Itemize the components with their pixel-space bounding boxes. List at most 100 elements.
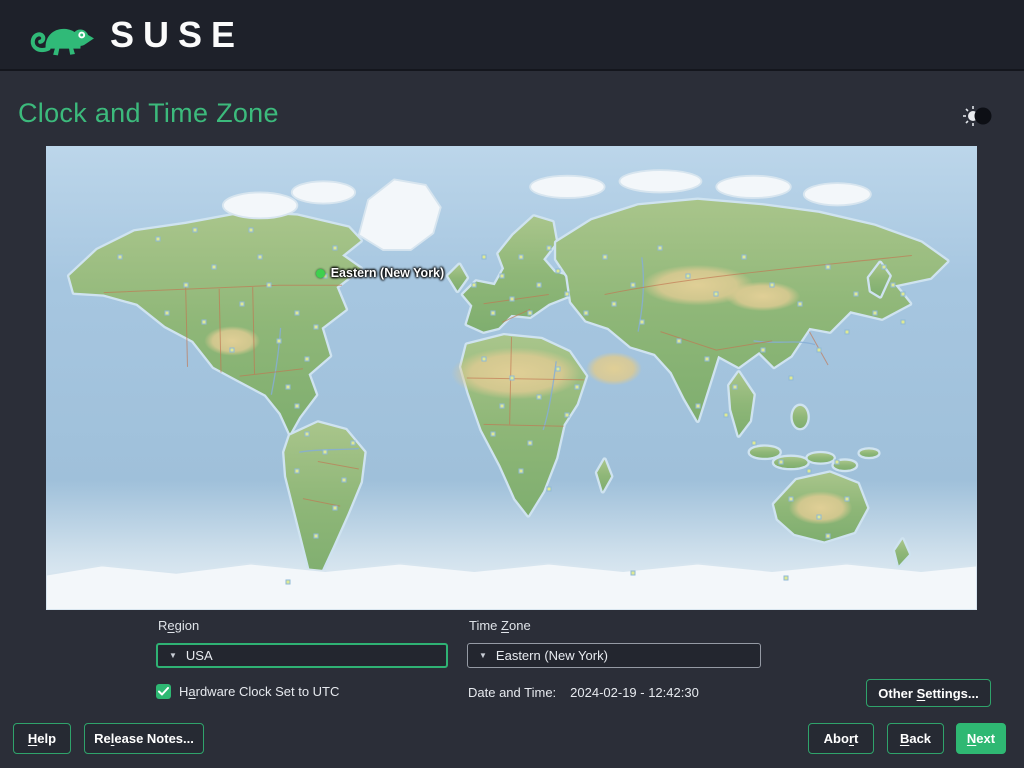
sun-moon-icon [963,106,992,126]
city-marker [713,291,719,297]
city-marker [760,347,766,353]
city-marker [266,282,272,288]
city-marker [685,273,691,279]
city-marker [602,254,608,260]
city-marker [778,459,784,465]
city-marker [881,264,887,270]
city-marker [192,227,198,233]
timezone-label: Time Zone [469,618,531,633]
timezone-dot-icon [315,268,325,278]
timezone-select[interactable]: ▼ Eastern (New York) [467,643,761,668]
city-marker [816,347,822,353]
city-marker [853,291,859,297]
brand-wordmark: SUSE [110,13,245,55]
city-marker [155,236,161,242]
city-marker [900,319,906,325]
city-marker [788,375,794,381]
timezone-world-map[interactable]: Eastern (New York) [46,146,977,610]
suse-chameleon-icon [30,28,94,55]
city-marker [481,254,487,260]
city-marker [630,570,636,576]
city-marker [471,282,477,288]
city-marker [304,431,310,437]
city-marker [509,375,514,381]
city-marker [704,356,710,362]
checkbox-checked-icon [156,684,171,699]
hardware-clock-utc-label: Hardware Clock Set to UTC [179,684,340,699]
city-marker [872,310,878,316]
chevron-down-icon: ▼ [479,651,487,660]
timezone-value: Eastern (New York) [495,648,608,663]
top-bar: SUSE [0,0,1024,71]
city-marker [285,384,291,390]
city-marker [304,356,310,362]
city-marker [257,254,263,260]
city-marker [723,412,729,418]
city-marker [322,449,328,455]
city-marker [741,254,747,260]
city-marker [900,291,906,297]
city-marker [201,319,207,325]
city-marker [518,468,524,474]
city-marker [555,268,561,274]
city-marker [546,486,552,492]
city-marker [313,324,319,330]
city-marker [695,403,701,409]
city-marker [844,329,850,335]
city-marker [490,310,496,316]
city-marker [751,440,757,446]
hardware-clock-utc-checkbox[interactable]: Hardware Clock Set to UTC [156,684,339,699]
page-title: Clock and Time Zone [18,98,279,128]
city-marker [611,301,617,307]
city-marker [285,579,291,585]
city-marker [769,282,775,288]
help-button[interactable]: Help [13,723,71,754]
city-marker [806,468,812,474]
city-marker [574,384,580,390]
city-marker [229,347,235,353]
city-marker [546,245,552,251]
theme-toggle-button[interactable] [962,103,994,129]
city-marker [825,533,831,539]
city-markers-layer [46,146,977,610]
selected-timezone-marker[interactable]: Eastern (New York) [315,266,445,281]
city-marker [639,319,645,325]
date-and-time: Date and Time: 2024-02-19 - 12:42:30 [468,685,699,700]
city-marker [248,227,254,233]
city-marker [536,394,542,400]
other-settings-button[interactable]: Other Settings... [866,679,991,707]
city-marker [657,245,663,251]
city-marker [332,245,338,251]
city-marker [332,505,338,511]
abort-button[interactable]: Abort [808,723,874,754]
city-marker [816,514,822,520]
region-value: USA [185,648,213,663]
city-marker [564,412,570,418]
city-marker [239,301,244,307]
city-marker [294,403,300,409]
chevron-down-icon: ▼ [169,651,177,660]
city-marker [117,254,123,260]
city-marker [583,310,589,316]
next-button[interactable]: Next [956,723,1006,754]
city-marker [844,496,850,502]
city-marker [294,468,300,474]
release-notes-button[interactable]: Release Notes... [84,723,204,754]
city-marker [481,356,487,362]
timezone-map-label: Eastern (New York) [330,266,445,281]
date-time-label: Date and Time: [468,685,557,700]
city-marker [890,282,896,288]
region-select[interactable]: ▼ USA [156,643,448,668]
back-button[interactable]: Back [887,723,944,754]
city-marker [183,282,189,288]
city-marker [797,301,803,307]
city-marker [527,310,533,316]
city-marker [834,459,840,465]
city-marker [676,338,682,344]
city-marker [536,282,542,288]
city-marker [499,273,505,279]
city-marker [211,264,217,270]
city-marker [518,254,524,260]
city-marker [276,338,282,344]
city-marker [313,533,319,539]
